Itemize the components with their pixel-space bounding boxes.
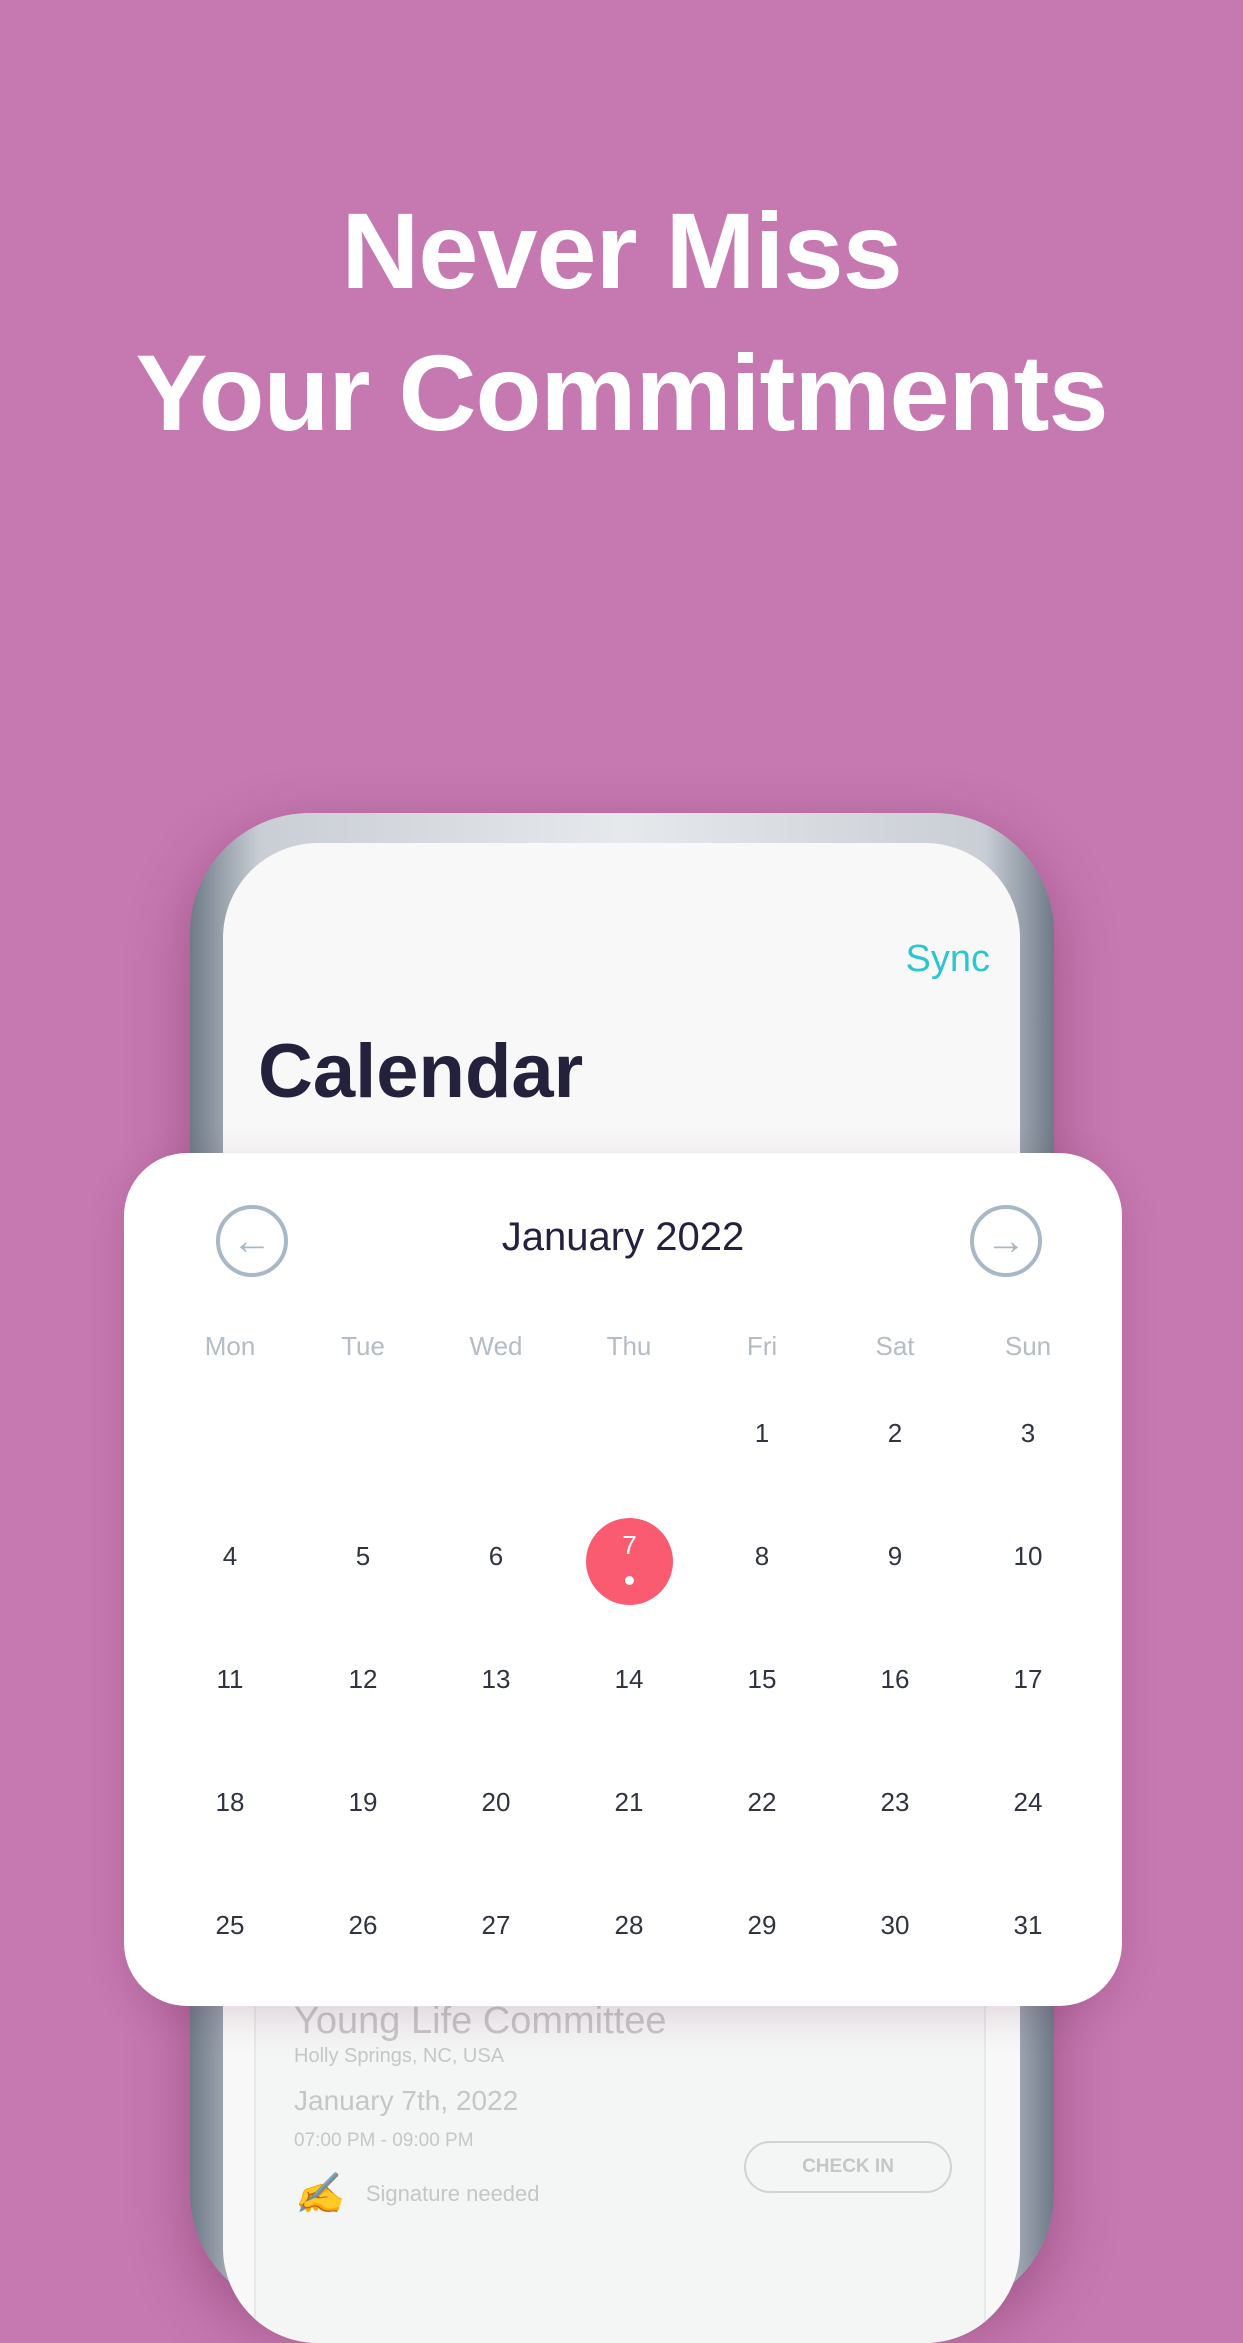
- calendar-day[interactable]: 5: [303, 1536, 423, 1576]
- headline: Never Miss Your Commitments: [0, 180, 1243, 464]
- calendar-day[interactable]: 14: [569, 1659, 689, 1699]
- calendar-day[interactable]: 20: [436, 1782, 556, 1822]
- calendar-day[interactable]: 30: [835, 1905, 955, 1945]
- calendar-day[interactable]: 2: [835, 1413, 955, 1453]
- calendar-day[interactable]: 13: [436, 1659, 556, 1699]
- signature-status: ✍ Signature needed: [294, 2170, 540, 2217]
- event-date: January 7th, 2022: [294, 2085, 519, 2116]
- calendar-day[interactable]: 1: [702, 1413, 822, 1453]
- calendar-day[interactable]: 19: [303, 1782, 423, 1822]
- calendar-day[interactable]: 4: [170, 1536, 290, 1576]
- day-number: 7: [622, 1530, 637, 1560]
- calendar-day[interactable]: 23: [835, 1782, 955, 1822]
- calendar-day[interactable]: 18: [170, 1782, 290, 1822]
- calendar-day[interactable]: 6: [436, 1536, 556, 1576]
- weekday-wed: Wed: [469, 1331, 523, 1361]
- calendar-day[interactable]: 29: [702, 1905, 822, 1945]
- signature-label: Signature needed: [365, 2180, 540, 2206]
- calendar-day[interactable]: 27: [436, 1905, 556, 1945]
- calendar-day[interactable]: 22: [702, 1782, 822, 1822]
- page-title: Calendar: [258, 1029, 584, 1114]
- calendar-day[interactable]: 28: [569, 1905, 689, 1945]
- weekday-sat: Sat: [875, 1331, 915, 1361]
- event-dot-icon: [625, 1576, 634, 1585]
- sync-button[interactable]: Sync: [906, 938, 990, 981]
- calendar-day[interactable]: 17: [968, 1659, 1088, 1699]
- weekday-tue: Tue: [341, 1331, 385, 1361]
- calendar-day[interactable]: 25: [170, 1905, 290, 1945]
- calendar-day[interactable]: 12: [303, 1659, 423, 1699]
- calendar-day-selected[interactable]: 7: [586, 1518, 673, 1605]
- headline-line-1: Never Miss: [341, 190, 902, 311]
- weekday-fri: Fri: [746, 1331, 778, 1361]
- calendar-day[interactable]: 16: [835, 1659, 955, 1699]
- calendar-day[interactable]: 26: [303, 1905, 423, 1945]
- calendar-day[interactable]: 15: [702, 1659, 822, 1699]
- event-time: 07:00 PM - 09:00 PM: [294, 2130, 474, 2151]
- calendar-day[interactable]: 21: [569, 1782, 689, 1822]
- calendar-day[interactable]: 31: [968, 1905, 1088, 1945]
- signature-icon: ✍: [294, 2171, 344, 2217]
- calendar-day[interactable]: 11: [170, 1659, 290, 1699]
- event-location: Holly Springs, NC, USA: [294, 2045, 505, 2067]
- calendar-day[interactable]: 10: [968, 1536, 1088, 1576]
- calendar-card: ← January 2022 → Mon Tue Wed Thu Fri Sat Sun 1 2…: [124, 1153, 1122, 2006]
- calendar-day[interactable]: 8: [702, 1536, 822, 1576]
- weekday-sun: Sun: [1004, 1331, 1052, 1361]
- arrow-right-circle-icon: →: [986, 1218, 1026, 1263]
- calendar-day[interactable]: 9: [835, 1536, 955, 1576]
- calendar-day[interactable]: 24: [968, 1782, 1088, 1822]
- weekday-thu: Thu: [606, 1331, 652, 1361]
- weekday-mon: Mon: [204, 1331, 256, 1361]
- event-title: Young Life Committee: [294, 2000, 667, 2042]
- calendar-day[interactable]: 3: [968, 1413, 1088, 1453]
- check-in-button[interactable]: CHECK IN: [744, 2141, 952, 2193]
- next-month-button[interactable]: →: [970, 1205, 1042, 1277]
- headline-line-2: Your Commitments: [135, 332, 1108, 453]
